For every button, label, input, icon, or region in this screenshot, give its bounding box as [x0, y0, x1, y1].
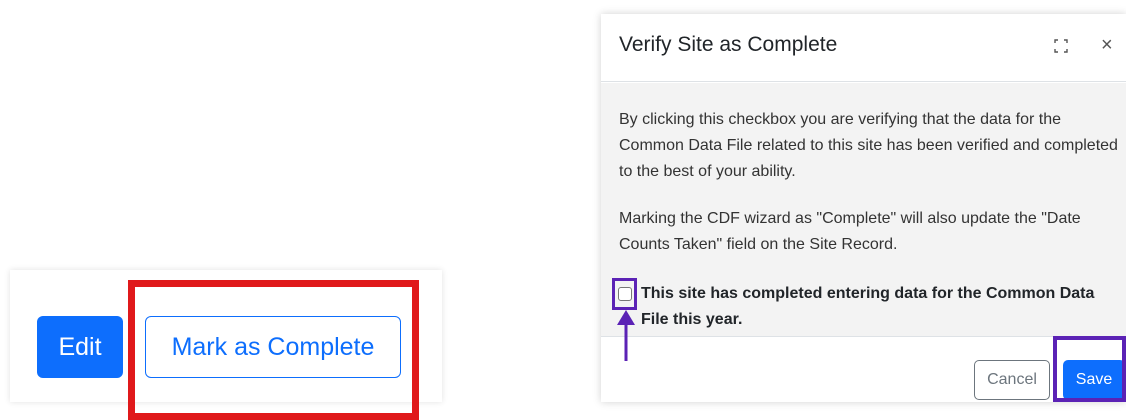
site-complete-checkbox[interactable]: [618, 287, 632, 301]
verification-description: By clicking this checkbox you are verify…: [619, 111, 1118, 180]
mark-as-complete-button[interactable]: Mark as Complete: [145, 316, 401, 378]
close-icon[interactable]: ×: [1101, 34, 1113, 57]
save-button[interactable]: Save: [1063, 360, 1125, 400]
modal-header: Verify Site as Complete ×: [601, 14, 1126, 82]
cdf-update-note: Marking the CDF wizard as "Complete" wil…: [619, 210, 1081, 253]
cancel-button[interactable]: Cancel: [974, 360, 1050, 400]
modal-body: By clicking this checkbox you are verify…: [601, 83, 1126, 361]
arrow-up-icon: [617, 310, 635, 361]
expand-icon[interactable]: [1053, 38, 1069, 54]
verify-site-modal: Verify Site as Complete × By clicking th…: [601, 14, 1126, 402]
modal-title: Verify Site as Complete: [619, 33, 838, 56]
edit-button[interactable]: Edit: [37, 316, 123, 378]
site-complete-checkbox-label: This site has completed entering data fo…: [641, 285, 1095, 328]
